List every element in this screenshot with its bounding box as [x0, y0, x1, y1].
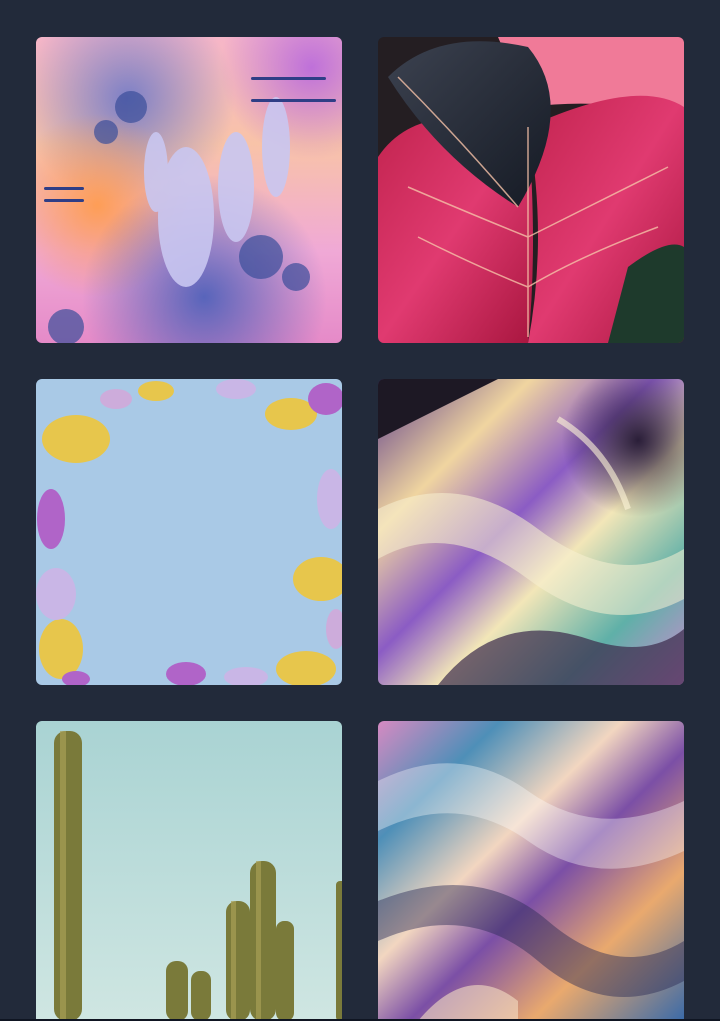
cactus-sky-image[interactable] — [36, 721, 342, 1021]
holographic-fabric-image[interactable] — [378, 721, 684, 1021]
paper-cut-leaves-frame-image[interactable] — [36, 379, 342, 685]
pink-tropical-leaves-image[interactable] — [378, 37, 684, 343]
image-gallery — [0, 0, 720, 1021]
iridescent-chrome-wave-image[interactable] — [378, 379, 684, 685]
watercolor-lupine-flowers-image[interactable] — [36, 37, 342, 343]
